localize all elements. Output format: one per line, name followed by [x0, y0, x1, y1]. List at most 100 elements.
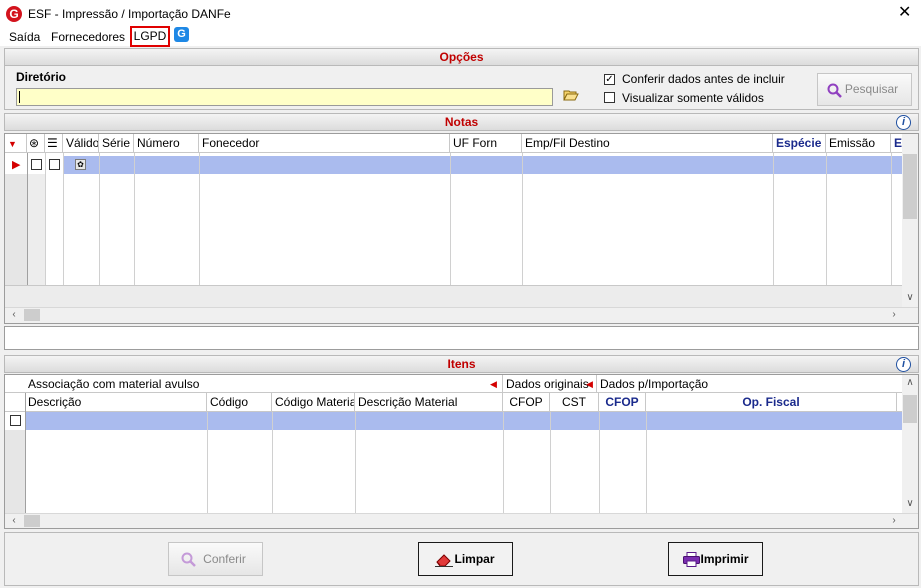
conferir-button[interactable]: Conferir	[168, 542, 263, 576]
notas-hscroll-thumb[interactable]	[24, 309, 40, 321]
menu-saida[interactable]: Saída	[9, 29, 40, 45]
search-icon	[181, 552, 196, 567]
validos-label: Visualizar somente válidos	[622, 91, 764, 105]
grid-line	[45, 153, 46, 285]
diretorio-input[interactable]	[16, 88, 553, 106]
scroll-left-icon[interactable]: ‹	[7, 309, 21, 320]
nota-detail-field[interactable]	[4, 326, 919, 350]
col-fornecedor[interactable]: Fonecedor	[199, 134, 450, 153]
search-icon	[827, 83, 842, 98]
limpar-button[interactable]: Limpar	[418, 542, 513, 576]
scroll-up-icon[interactable]: ∧	[902, 377, 918, 388]
conferir-label: Conferir dados antes de incluir	[622, 72, 785, 86]
app-shortcut-icon[interactable]: G	[174, 27, 189, 42]
grid-line	[199, 153, 200, 285]
grid-line	[599, 412, 600, 513]
group-dados-importacao: Dados p/Importação	[600, 377, 709, 391]
grid-line	[891, 153, 892, 285]
grid-line	[522, 153, 523, 285]
col-uf-forn[interactable]: UF Forn	[450, 134, 522, 153]
col-descricao[interactable]: Descrição	[25, 393, 207, 412]
scroll-down-icon[interactable]: ∨	[902, 498, 918, 509]
notas-grid[interactable]: ▼ ⊛ ☰ Válido Série Número Fonecedor UF F…	[4, 133, 919, 324]
grid-line	[134, 153, 135, 285]
pesquisar-label: Pesquisar	[844, 82, 899, 96]
itens-hscrollbar[interactable]	[5, 513, 918, 528]
col-cst[interactable]: CST	[550, 393, 599, 412]
notas-hscrollbar[interactable]	[5, 307, 918, 323]
itens-grid[interactable]: Associação com material avulso ◀ Dados o…	[4, 374, 919, 529]
conferir-checkbox[interactable]: ✓	[604, 74, 615, 85]
itens-row-check[interactable]	[10, 415, 21, 426]
collapse-left-icon[interactable]: ◀	[586, 379, 593, 390]
window-title: ESF - Impressão / Importação DANFe	[28, 7, 231, 21]
itens-hscroll-thumb[interactable]	[24, 515, 40, 527]
notas-info-icon[interactable]: i	[896, 115, 911, 130]
row-indicator-column	[5, 430, 25, 513]
itens-group-header: Associação com material avulso ◀ Dados o…	[5, 375, 902, 393]
grid-line	[773, 153, 774, 285]
grid-line	[646, 412, 647, 513]
itens-vscroll-thumb[interactable]	[903, 395, 917, 423]
col-emp-fil-destino[interactable]: Emp/Fil Destino	[522, 134, 773, 153]
printer-icon	[683, 552, 700, 567]
col-especie[interactable]: Espécie	[773, 134, 826, 153]
grid-line	[63, 153, 64, 285]
col-valido[interactable]: Válido	[63, 134, 99, 153]
limpar-label: Limpar	[454, 552, 495, 566]
imprimir-button[interactable]: Imprimir	[668, 542, 763, 576]
app-logo-icon: G	[6, 6, 22, 22]
itens-info-icon[interactable]: i	[896, 357, 911, 372]
scroll-right-icon[interactable]: ›	[887, 309, 901, 320]
text-caret	[19, 91, 20, 103]
validos-checkbox[interactable]	[604, 92, 615, 103]
collapse-left-icon[interactable]: ◀	[490, 379, 497, 390]
col-emissao[interactable]: Emissão	[826, 134, 891, 153]
col-cfop-original[interactable]: CFOP	[503, 393, 550, 412]
notas-selected-row[interactable]	[63, 156, 903, 174]
folder-open-icon[interactable]	[563, 88, 579, 102]
group-associacao: Associação com material avulso	[25, 375, 503, 393]
col-codigo[interactable]: Código	[207, 393, 272, 412]
notas-header: Notas	[4, 113, 919, 131]
print-status-icon: ⊛	[27, 134, 45, 153]
grid-line	[550, 412, 551, 513]
itens-selected-row[interactable]	[25, 412, 902, 430]
imprimir-label: Imprimir	[700, 552, 749, 566]
grid-line	[25, 393, 26, 513]
opcoes-header: Opções	[4, 48, 919, 66]
scroll-down-icon[interactable]: ∨	[902, 292, 918, 303]
notas-row-check-1[interactable]	[31, 159, 42, 170]
pesquisar-button[interactable]: Pesquisar	[817, 73, 912, 106]
row-indicator-column	[28, 174, 45, 285]
scroll-left-icon[interactable]: ‹	[7, 515, 21, 526]
current-row-pointer-icon: ▶	[12, 159, 21, 171]
col-serie[interactable]: Série	[99, 134, 134, 153]
col-numero[interactable]: Número	[134, 134, 199, 153]
notas-column-header: ▼ ⊛ ☰ Válido Série Número Fonecedor UF F…	[5, 134, 918, 153]
valido-status-icon: ✿	[75, 159, 86, 170]
group-dados-originais: Dados originais	[503, 375, 597, 393]
grid-line	[450, 153, 451, 285]
menu-fornecedores[interactable]: Fornecedores	[51, 29, 125, 45]
col-op-fiscal[interactable]: Op. Fiscal	[646, 393, 897, 412]
grid-line	[355, 412, 356, 513]
grid-line	[272, 412, 273, 513]
close-window-button[interactable]: ✕	[898, 4, 911, 22]
scroll-right-icon[interactable]: ›	[887, 515, 901, 526]
grid-line	[207, 412, 208, 513]
notas-footer	[5, 285, 918, 307]
sort-icon[interactable]: ▼	[5, 134, 27, 153]
diretorio-label: Diretório	[16, 70, 67, 84]
grid-line	[99, 153, 100, 285]
menu-lgpd[interactable]: LGPD	[130, 26, 170, 47]
conferir-label: Conferir	[203, 552, 246, 566]
col-cfop-importacao[interactable]: CFOP	[599, 393, 646, 412]
col-codigo-material[interactable]: Código Material	[272, 393, 355, 412]
row-indicator-column	[5, 174, 27, 285]
eraser-icon	[435, 554, 453, 567]
grid-line	[503, 412, 504, 513]
col-descricao-material[interactable]: Descrição Material	[355, 393, 503, 412]
notas-vscroll-thumb[interactable]	[903, 154, 917, 219]
notas-row-check-2[interactable]	[49, 159, 60, 170]
